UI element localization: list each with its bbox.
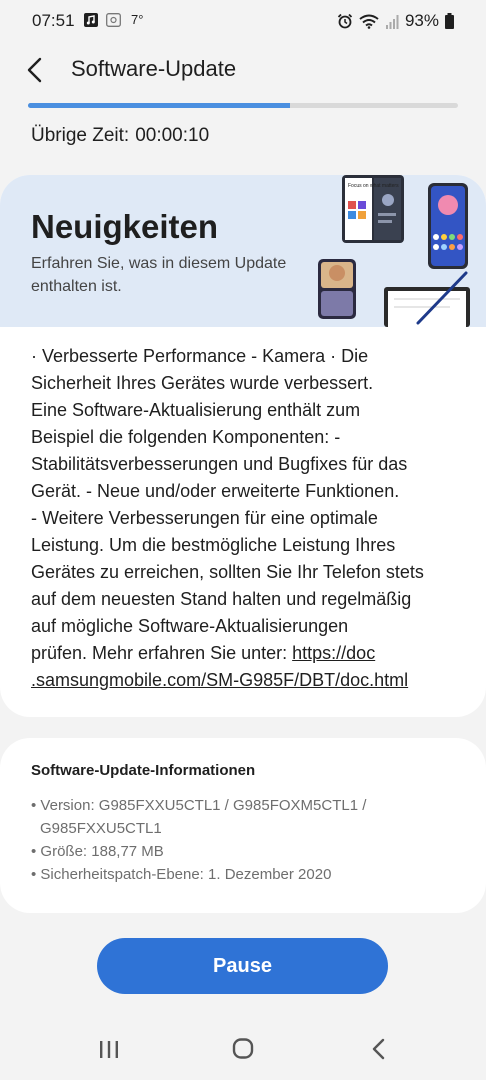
update-info-security-patch: • Sicherheitspatch-Ebene: 1. Dezember 20… <box>31 866 332 883</box>
home-icon <box>232 1038 254 1059</box>
news-body-line: · Verbesserte Performance - Kamera · Die <box>31 346 369 366</box>
recents-icon <box>100 1041 118 1058</box>
news-body-line: Gerät. - Neue und/oder erweiterte Funkti… <box>31 481 400 501</box>
navigation-bar <box>0 1020 486 1080</box>
news-body-line: Leistung. Um die bestmögliche Leistung I… <box>31 535 396 555</box>
devices-illustration: Focus on what matters <box>318 175 470 327</box>
back-button[interactable] <box>20 54 52 86</box>
download-progress-fill <box>28 103 291 108</box>
recents-button[interactable] <box>92 1034 126 1064</box>
pause-button[interactable]: Pause <box>97 938 388 994</box>
news-header: Neuigkeiten Erfahren Sie, was in diesem … <box>0 175 486 327</box>
news-body-line: auf dem neuesten Stand halten und regelm… <box>31 589 412 609</box>
wifi-icon <box>359 14 379 29</box>
illustration-caption: Focus on what matters <box>348 183 399 189</box>
news-card: Neuigkeiten Erfahren Sie, was in diesem … <box>0 175 486 717</box>
update-info-size: • Größe: 188,77 MB <box>31 843 164 860</box>
news-body-line: Eine Software-Aktualisierung enthält zum <box>31 400 361 420</box>
details-link-continued[interactable]: .samsungmobile.com/SM-G985F/DBT/doc.html <box>31 670 408 690</box>
update-info-title: Software-Update-Informationen <box>31 762 256 779</box>
update-info-list: • Version: G985FXXU5CTL1 / G985FOXM5CTL1… <box>31 794 461 886</box>
remaining-time-label: Übrige Zeit: <box>31 125 130 146</box>
news-body-line: Stabilitätsverbesserungen und Bugfixes f… <box>31 454 408 474</box>
status-temperature: 7° <box>131 12 144 27</box>
back-icon <box>372 1038 385 1060</box>
news-body-line: prüfen. Mehr erfahren Sie unter: https:/… <box>31 640 461 667</box>
update-info-version: • Version: G985FXXU5CTL1 / G985FOXM5CTL1… <box>31 797 367 837</box>
news-title: Neuigkeiten <box>31 208 219 245</box>
news-body-line: .samsungmobile.com/SM-G985F/DBT/doc.html <box>31 667 461 694</box>
update-info-card: Software-Update-Informationen • Version:… <box>0 738 486 913</box>
download-progress-bar <box>28 103 458 108</box>
home-button[interactable] <box>226 1034 260 1064</box>
news-body-line: auf mögliche Software-Aktualisierungen <box>31 616 349 636</box>
status-battery-percent: 93% <box>404 11 439 30</box>
news-body-line: Sicherheit Ihres Gerätes wurde verbesser… <box>31 373 374 393</box>
status-notifications: 7° <box>84 12 143 27</box>
notification-music-icon <box>84 12 98 27</box>
news-body: · Verbesserte Performance - Kamera · Die… <box>31 343 461 694</box>
news-body-line: - Weitere Verbesserungen für eine optima… <box>31 508 378 528</box>
app-bar: Software-Update <box>0 46 486 94</box>
signal-icon <box>385 14 399 29</box>
chevron-left-icon <box>27 57 42 83</box>
news-subtitle: Erfahren Sie, was in diesem Update entha… <box>31 255 287 295</box>
news-link-prefix: prüfen. Mehr erfahren Sie unter: <box>31 643 293 663</box>
status-time: 07:51 <box>32 11 75 30</box>
details-link[interactable]: https://doc <box>292 643 375 663</box>
remaining-time: Übrige Zeit: 00:00:10 <box>31 125 215 147</box>
remaining-time-value: 00:00:10 <box>135 125 210 146</box>
status-system-icons: 93% <box>337 11 454 31</box>
battery-icon <box>445 13 454 29</box>
status-bar: 07:51 7° 93% <box>0 0 486 40</box>
news-body-line: Beispiel die folgenden Komponenten: - <box>31 427 341 447</box>
nav-back-button[interactable] <box>362 1034 396 1064</box>
page-title: Software-Update <box>71 56 237 81</box>
notification-image-icon <box>106 12 121 27</box>
news-body-line: Gerätes zu erreichen, sollten Sie Ihr Te… <box>31 562 424 582</box>
alarm-icon <box>337 13 353 29</box>
